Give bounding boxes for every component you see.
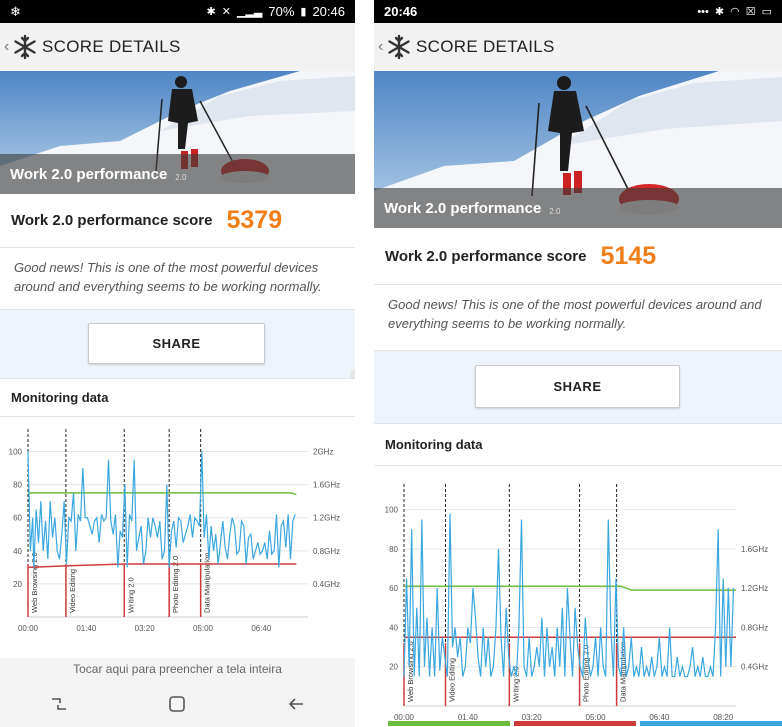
snowflake-logo-icon [388, 34, 410, 60]
monitoring-title: Monitoring data [374, 424, 782, 466]
navigation-bar [0, 680, 355, 727]
battery-percent: 70% [268, 4, 295, 19]
x-tick-label: 05:00 [193, 624, 214, 633]
y-right-tick-label: 0.8GHz [741, 623, 768, 632]
x-tick-label: 01:40 [76, 624, 97, 633]
benchmark-version: 2.0 [175, 172, 187, 182]
bluetooth-icon: ✱ [714, 6, 725, 18]
x-tick-label: 01:40 [458, 713, 479, 720]
back-chevron-icon[interactable]: ‹ [4, 38, 12, 56]
wifi-icon: ◠ [730, 6, 740, 18]
x-tick-label: 08:20 [713, 713, 734, 720]
back-chevron-icon[interactable]: ‹ [378, 38, 386, 56]
app-bar: ‹ SCORE DETAILS [0, 23, 355, 71]
monitoring-title: Monitoring data [0, 379, 355, 417]
y-tick-label: 100 [385, 506, 399, 515]
back-arrow-icon[interactable] [276, 689, 316, 719]
monitoring-card: Monitoring data 20 40 60 80 100 0.4GHz 0.8GHz 1… [0, 378, 355, 658]
fullscreen-hint[interactable]: Tocar aqui para preencher a tela inteira [0, 658, 355, 680]
snowflake-logo-icon [14, 34, 36, 60]
score-value: 5145 [600, 241, 657, 270]
y-tick-label: 60 [389, 584, 398, 593]
benchmark-name-band: Work 2.0 performance 2.0 [0, 154, 355, 194]
score-card: Work 2.0 performance score 5379 [0, 194, 355, 248]
clock: 20:46 [384, 4, 418, 19]
more-dots-icon: ••• [697, 5, 709, 18]
benchmark-name: Work 2.0 performance [10, 165, 168, 183]
x-tick-label: 05:00 [586, 713, 607, 720]
y-tick-label: 40 [13, 547, 22, 556]
benchmark-version: 2.0 [549, 206, 561, 216]
right-phone-screen: 20:46 ••• ✱ ◠ ☒ ▭ ‹ SCORE DETAILS Work 2… [374, 0, 782, 727]
load-series-line [27, 451, 296, 568]
y-right-tick-label: 1.6GHz [313, 481, 340, 490]
section-label: Data Manipulation [203, 553, 212, 613]
result-message: Good news! This is one of the most power… [374, 285, 782, 351]
score-card: Work 2.0 performance score 5145 [374, 228, 782, 285]
load-series-line [403, 513, 735, 678]
y-tick-label: 80 [389, 545, 398, 554]
score-label: Work 2.0 performance score [385, 247, 587, 265]
y-right-tick-label: 1.2GHz [741, 584, 768, 593]
benchmark-name: Work 2.0 performance [384, 199, 542, 217]
y-right-tick-label: 0.4GHz [741, 663, 768, 672]
y-tick-label: 20 [389, 663, 398, 672]
x-tick-label: 03:20 [135, 624, 156, 633]
battery-icon: ▭ [761, 6, 772, 18]
legend-temperature-bar [514, 721, 636, 726]
sim-icon: ☒ [745, 6, 756, 18]
legend-frequency-bar [388, 721, 510, 726]
benchmark-hero-image: Work 2.0 performance 2.0 [0, 71, 355, 194]
x-tick-label: 00:00 [394, 713, 415, 720]
app-bar: ‹ SCORE DETAILS [374, 23, 782, 71]
page-title: SCORE DETAILS [42, 37, 181, 56]
x-tick-label: 06:40 [649, 713, 670, 720]
y-tick-label: 80 [13, 481, 22, 490]
comparison-screenshot: ❄ ✱ ✕ ▁▂▃ 70% ▮ 20:46 ‹ SCORE DETAILS Wo… [0, 0, 782, 727]
temperature-line [27, 563, 297, 569]
y-right-tick-label: 2GHz [313, 448, 333, 457]
bluetooth-icon: ✱ [206, 6, 216, 18]
share-button[interactable]: SHARE [88, 323, 265, 364]
benchmark-hero-image: Work 2.0 performance 2.0 [374, 71, 782, 228]
clock: 20:46 [312, 4, 345, 19]
frequency-line [28, 492, 297, 496]
home-icon[interactable] [157, 689, 197, 719]
monitoring-chart: 20 40 60 80 100 0.4GHz 0.8GHz 1.2GHz 1.6GHz 00:00… [385, 484, 768, 720]
signal-icon: ▁▂▃ [236, 6, 263, 18]
mute-icon: ✕ [221, 6, 231, 18]
x-tick-label: 06:40 [251, 624, 272, 633]
section-label: Writing 2.0 [126, 577, 135, 613]
y-tick-label: 20 [13, 580, 22, 589]
status-bar: ❄ ✱ ✕ ▁▂▃ 70% ▮ 20:46 [0, 0, 355, 23]
snowflake-notification-icon: ❄ [10, 3, 21, 19]
battery-icon: ▮ [300, 6, 307, 18]
status-bar: 20:46 ••• ✱ ◠ ☒ ▭ [374, 0, 782, 23]
y-tick-label: 40 [389, 623, 398, 632]
y-tick-label: 60 [13, 514, 22, 523]
benchmark-name-band: Work 2.0 performance 2.0 [374, 188, 782, 228]
result-message: Good news! This is one of the most power… [0, 248, 355, 310]
y-right-tick-label: 0.8GHz [313, 547, 340, 556]
monitoring-chart: 20 40 60 80 100 0.4GHz 0.8GHz 1.2GHz 1.6GHz 2GHz 0… [9, 429, 340, 633]
monitoring-card: Monitoring data 20 40 60 80 100 0.4GHz 0.8GHz 1… [374, 423, 782, 727]
left-phone-screen: ❄ ✱ ✕ ▁▂▃ 70% ▮ 20:46 ‹ SCORE DETAILS Wo… [0, 0, 355, 727]
x-tick-label: 03:20 [522, 713, 543, 720]
score-label: Work 2.0 performance score [11, 212, 213, 229]
y-right-tick-label: 1.2GHz [313, 514, 340, 523]
y-tick-label: 100 [9, 448, 23, 457]
y-right-tick-label: 1.6GHz [741, 545, 768, 554]
y-right-tick-label: 0.4GHz [313, 580, 340, 589]
page-title: SCORE DETAILS [416, 37, 555, 56]
section-label: Video Editing [448, 658, 457, 702]
legend-load-bar [640, 721, 782, 726]
section-label: Video Editing [68, 569, 77, 613]
share-button[interactable]: SHARE [475, 365, 680, 408]
recent-apps-icon[interactable] [39, 689, 79, 719]
x-tick-label: 00:00 [18, 624, 39, 633]
score-value: 5379 [226, 206, 283, 234]
